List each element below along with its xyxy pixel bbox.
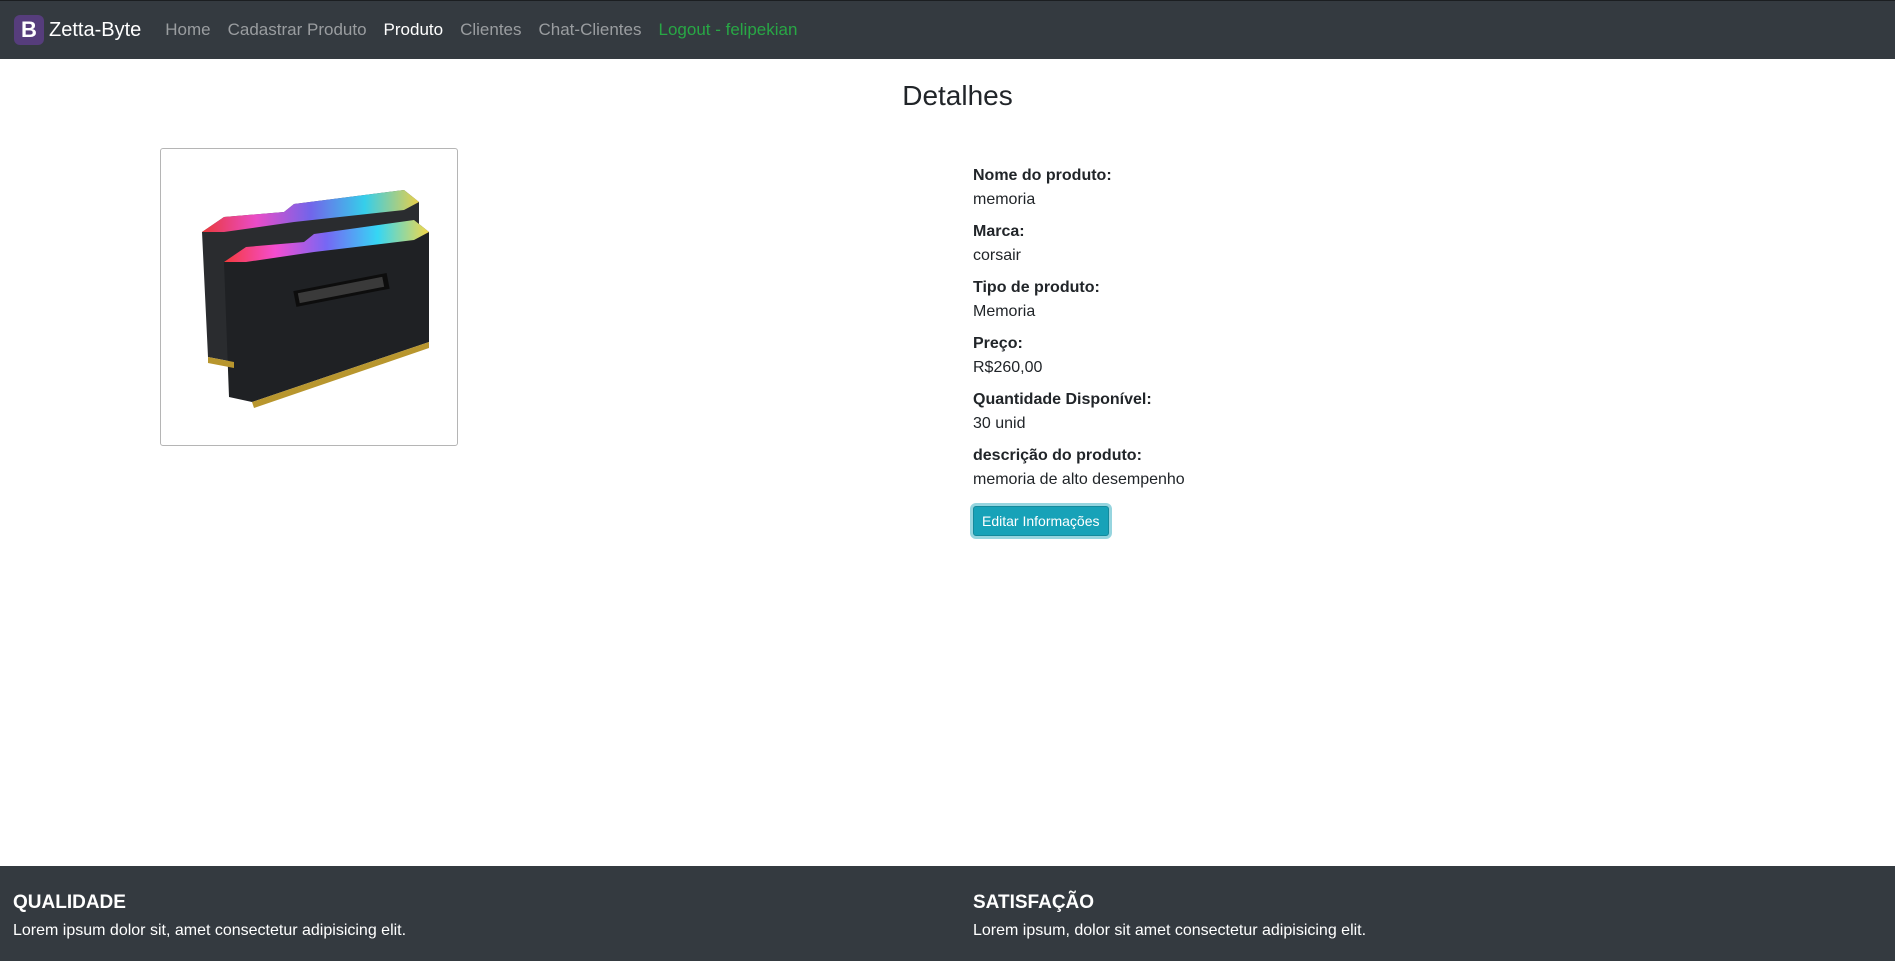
product-name-value: memoria bbox=[973, 191, 1036, 208]
product-details: Nome do produto: memoria Marca: corsair … bbox=[973, 164, 1473, 536]
quantity-label: Quantidade Disponível: bbox=[973, 391, 1152, 408]
price-value: R$260,00 bbox=[973, 359, 1043, 376]
nav-link-home[interactable]: Home bbox=[165, 20, 210, 40]
brand-value: corsair bbox=[973, 247, 1022, 264]
price-label: Preço: bbox=[973, 335, 1023, 352]
brand-label: Marca: bbox=[973, 223, 1025, 240]
ram-memory-image bbox=[202, 190, 429, 408]
navbar: B Zetta-Byte Home Cadastrar Produto Prod… bbox=[0, 0, 1895, 59]
description-label: descrição do produto: bbox=[973, 447, 1142, 464]
nav-link-clientes[interactable]: Clientes bbox=[460, 20, 521, 40]
brand[interactable]: B Zetta-Byte bbox=[14, 15, 141, 45]
brand-name[interactable]: Zetta-Byte bbox=[49, 19, 141, 42]
product-type-label: Tipo de produto: bbox=[973, 279, 1100, 296]
nav-link-cadastrar-produto[interactable]: Cadastrar Produto bbox=[228, 20, 367, 40]
footer-satisfaction: SATISFAÇÃO Lorem ipsum, dolor sit amet c… bbox=[973, 892, 1366, 940]
nav-link-chat-clientes[interactable]: Chat-Clientes bbox=[539, 20, 642, 40]
footer-quality-title: QUALIDADE bbox=[13, 892, 126, 913]
bootstrap-logo-icon: B bbox=[14, 15, 44, 45]
footer-quality: QUALIDADE Lorem ipsum dolor sit, amet co… bbox=[13, 892, 406, 940]
quantity-value: 30 unid bbox=[973, 415, 1026, 432]
nav-link-logout[interactable]: Logout - felipekian bbox=[659, 20, 798, 40]
nav-link-produto[interactable]: Produto bbox=[384, 20, 444, 40]
footer-satisfaction-title: SATISFAÇÃO bbox=[973, 892, 1095, 913]
footer-satisfaction-text: Lorem ipsum, dolor sit amet consectetur … bbox=[973, 922, 1367, 939]
footer-quality-text: Lorem ipsum dolor sit, amet consectetur … bbox=[13, 922, 407, 939]
description-value: memoria de alto desempenho bbox=[973, 471, 1185, 488]
product-image bbox=[160, 148, 458, 446]
product-name-label: Nome do produto: bbox=[973, 167, 1112, 184]
footer: QUALIDADE Lorem ipsum dolor sit, amet co… bbox=[0, 866, 1895, 961]
product-type-value: Memoria bbox=[973, 303, 1036, 320]
page-title: Detalhes bbox=[902, 80, 1013, 111]
edit-info-button[interactable]: Editar Informações bbox=[973, 506, 1109, 536]
